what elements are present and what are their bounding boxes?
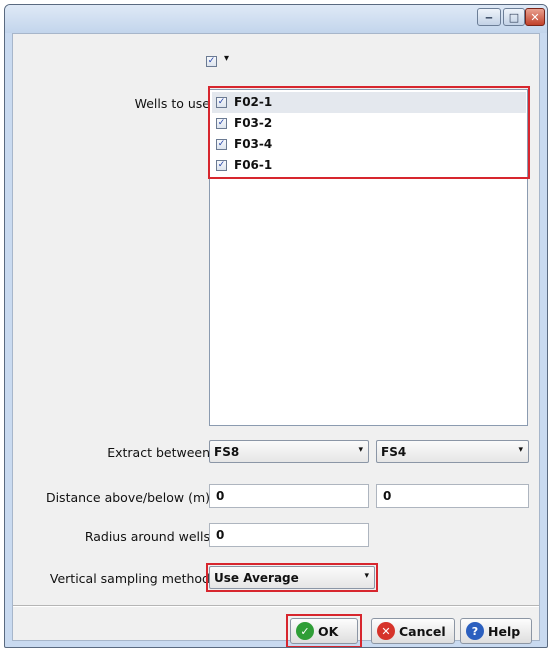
check-icon: ✓ [217,160,226,170]
help-button-label: Help [488,623,521,639]
distance-above-field[interactable]: 0 [209,484,369,508]
check-icon: ✓ [217,118,226,128]
check-icon: ✓ [217,97,226,107]
radius-label: Radius around wells [84,529,210,544]
vertical-sampling-label: Vertical sampling method [49,571,210,586]
radius-value: 0 [216,528,225,542]
well-name: F03-4 [234,137,273,151]
radius-field[interactable]: 0 [209,523,369,547]
well-checkbox[interactable]: ✓ [216,139,227,150]
ok-button[interactable]: ✓ OK [290,618,358,644]
check-icon: ✓ [217,139,226,149]
wells-listbox[interactable]: ✓ F02-1 ✓ F03-2 ✓ F03-4 ✓ F06-1 [209,89,528,426]
title-bar: ‒ □ ✕ [5,5,547,33]
vertical-sampling-value: Use Average [214,571,299,585]
list-item[interactable]: ✓ F02-1 [212,92,526,113]
minimize-icon: ‒ [485,10,493,24]
ok-button-label: OK [318,623,339,639]
list-item[interactable]: ✓ F03-2 [212,113,526,134]
distance-below-field[interactable]: 0 [376,484,529,508]
extract-from-value: FS8 [214,445,240,459]
well-name: F06-1 [234,158,273,172]
cancel-circle-icon: ✕ [377,622,395,640]
check-circle-icon: ✓ [296,622,314,640]
well-checkbox[interactable]: ✓ [216,160,227,171]
chevron-down-icon: ▾ [518,445,523,455]
wells-to-use-label: Wells to use [134,96,210,111]
minimize-button[interactable]: ‒ [477,8,501,26]
help-circle-icon: ? [466,622,484,640]
well-name: F03-2 [234,116,273,130]
extract-to-value: FS4 [381,445,407,459]
close-button[interactable]: ✕ [525,8,545,26]
list-item[interactable]: ✓ F06-1 [212,155,526,176]
select-all-checkbox[interactable]: ✓ [206,56,217,67]
list-item[interactable]: ✓ F03-4 [212,134,526,155]
well-checkbox[interactable]: ✓ [216,97,227,108]
well-name: F02-1 [234,95,273,109]
dialog-body: ✓ ▾ Wells to use ✓ F02-1 ✓ F03-2 ✓ F03-4… [12,33,540,647]
cancel-button-label: Cancel [399,623,446,639]
well-checkbox[interactable]: ✓ [216,118,227,129]
cancel-button[interactable]: ✕ Cancel [371,618,455,644]
distance-above-value: 0 [216,489,225,503]
vertical-sampling-select[interactable]: Use Average ▾ [209,566,375,589]
distance-below-value: 0 [383,489,392,503]
chevron-down-icon: ▾ [364,571,369,581]
help-button[interactable]: ? Help [460,618,532,644]
divider [13,605,539,607]
dialog-window: ‒ □ ✕ ✓ ▾ Wells to use ✓ F02-1 ✓ F03-2 ✓ [4,4,548,648]
maximize-icon: □ [508,10,520,24]
extract-to-select[interactable]: FS4 ▾ [376,440,529,463]
distance-label: Distance above/below (m) [45,490,210,505]
check-icon: ✓ [207,56,216,66]
chevron-down-icon: ▾ [358,445,363,455]
close-icon: ✕ [530,10,540,24]
extract-from-select[interactable]: FS8 ▾ [209,440,369,463]
chevron-down-icon[interactable]: ▾ [224,53,229,64]
extract-between-label: Extract between [107,445,210,460]
maximize-button[interactable]: □ [503,8,525,26]
